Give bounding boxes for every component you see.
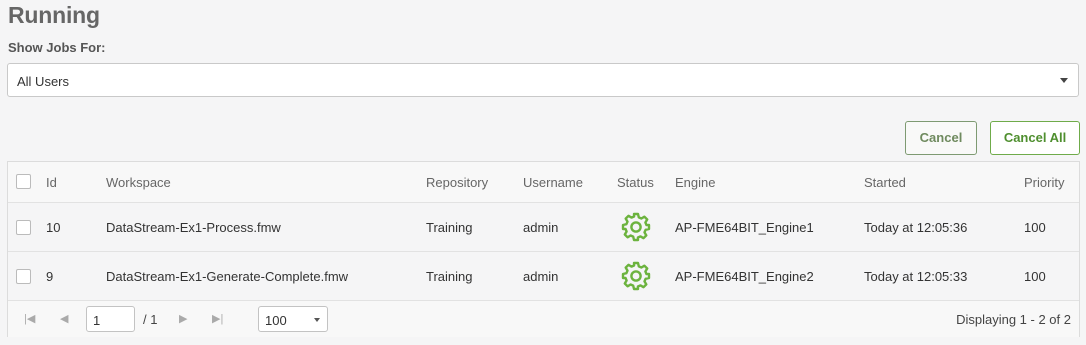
col-header-status[interactable]: Status bbox=[617, 175, 654, 190]
job-workspace: DataStream-Ex1-Generate-Complete.fmw bbox=[106, 269, 349, 284]
user-filter-value: All Users bbox=[17, 74, 70, 89]
prev-page-icon[interactable]: ◀ bbox=[60, 312, 68, 325]
caret-down-icon bbox=[314, 318, 320, 322]
col-header-repository[interactable]: Repository bbox=[426, 175, 488, 190]
jobs-table: Id Workspace Repository Username Status … bbox=[7, 161, 1080, 337]
col-header-username[interactable]: Username bbox=[523, 175, 583, 190]
job-id: 9 bbox=[46, 269, 54, 284]
user-filter-select[interactable]: All Users bbox=[7, 63, 1079, 97]
select-all-checkbox[interactable] bbox=[16, 174, 31, 189]
table-header: Id Workspace Repository Username Status … bbox=[8, 162, 1079, 203]
last-page-icon[interactable]: ▶| bbox=[212, 312, 223, 325]
page-size-value: 100 bbox=[265, 313, 287, 328]
job-engine: AP-FME64BIT_Engine2 bbox=[675, 269, 814, 284]
page-total: / 1 bbox=[143, 312, 158, 327]
col-header-id[interactable]: Id bbox=[46, 175, 57, 190]
caret-down-icon bbox=[1060, 78, 1068, 83]
job-username: admin bbox=[523, 269, 559, 284]
job-repository: Training bbox=[426, 220, 473, 235]
job-id: 10 bbox=[46, 220, 61, 235]
col-header-started[interactable]: Started bbox=[864, 175, 906, 190]
pagination-bar: |◀ ◀ 1 / 1 ▶ ▶| 100 Displaying 1 - 2 of … bbox=[8, 301, 1079, 337]
job-started: Today at 12:05:33 bbox=[864, 269, 968, 284]
row-checkbox[interactable] bbox=[16, 220, 31, 235]
table-row[interactable]: 10 DataStream-Ex1-Process.fmw Training a… bbox=[8, 203, 1079, 252]
gear-icon bbox=[621, 212, 651, 242]
row-checkbox[interactable] bbox=[16, 269, 31, 284]
next-page-icon[interactable]: ▶ bbox=[179, 312, 187, 325]
col-header-workspace[interactable]: Workspace bbox=[106, 175, 171, 190]
job-started: Today at 12:05:36 bbox=[864, 220, 968, 235]
gear-icon bbox=[621, 261, 651, 291]
job-priority: 100 bbox=[1024, 269, 1046, 284]
col-header-priority[interactable]: Priority bbox=[1024, 175, 1064, 190]
job-priority: 100 bbox=[1024, 220, 1046, 235]
job-workspace: DataStream-Ex1-Process.fmw bbox=[106, 220, 281, 235]
show-jobs-label: Show Jobs For: bbox=[8, 40, 106, 55]
first-page-icon[interactable]: |◀ bbox=[24, 312, 35, 325]
job-username: admin bbox=[523, 220, 559, 235]
cancel-all-button[interactable]: Cancel All bbox=[990, 121, 1080, 155]
page-number-input[interactable]: 1 bbox=[86, 306, 135, 332]
displaying-count: Displaying 1 - 2 of 2 bbox=[956, 312, 1071, 327]
table-row[interactable]: 9 DataStream-Ex1-Generate-Complete.fmw T… bbox=[8, 252, 1079, 301]
cancel-button[interactable]: Cancel bbox=[905, 121, 977, 155]
page-size-select[interactable]: 100 bbox=[258, 306, 328, 332]
job-repository: Training bbox=[426, 269, 473, 284]
page-title: Running bbox=[8, 2, 100, 28]
job-engine: AP-FME64BIT_Engine1 bbox=[675, 220, 814, 235]
col-header-engine[interactable]: Engine bbox=[675, 175, 715, 190]
